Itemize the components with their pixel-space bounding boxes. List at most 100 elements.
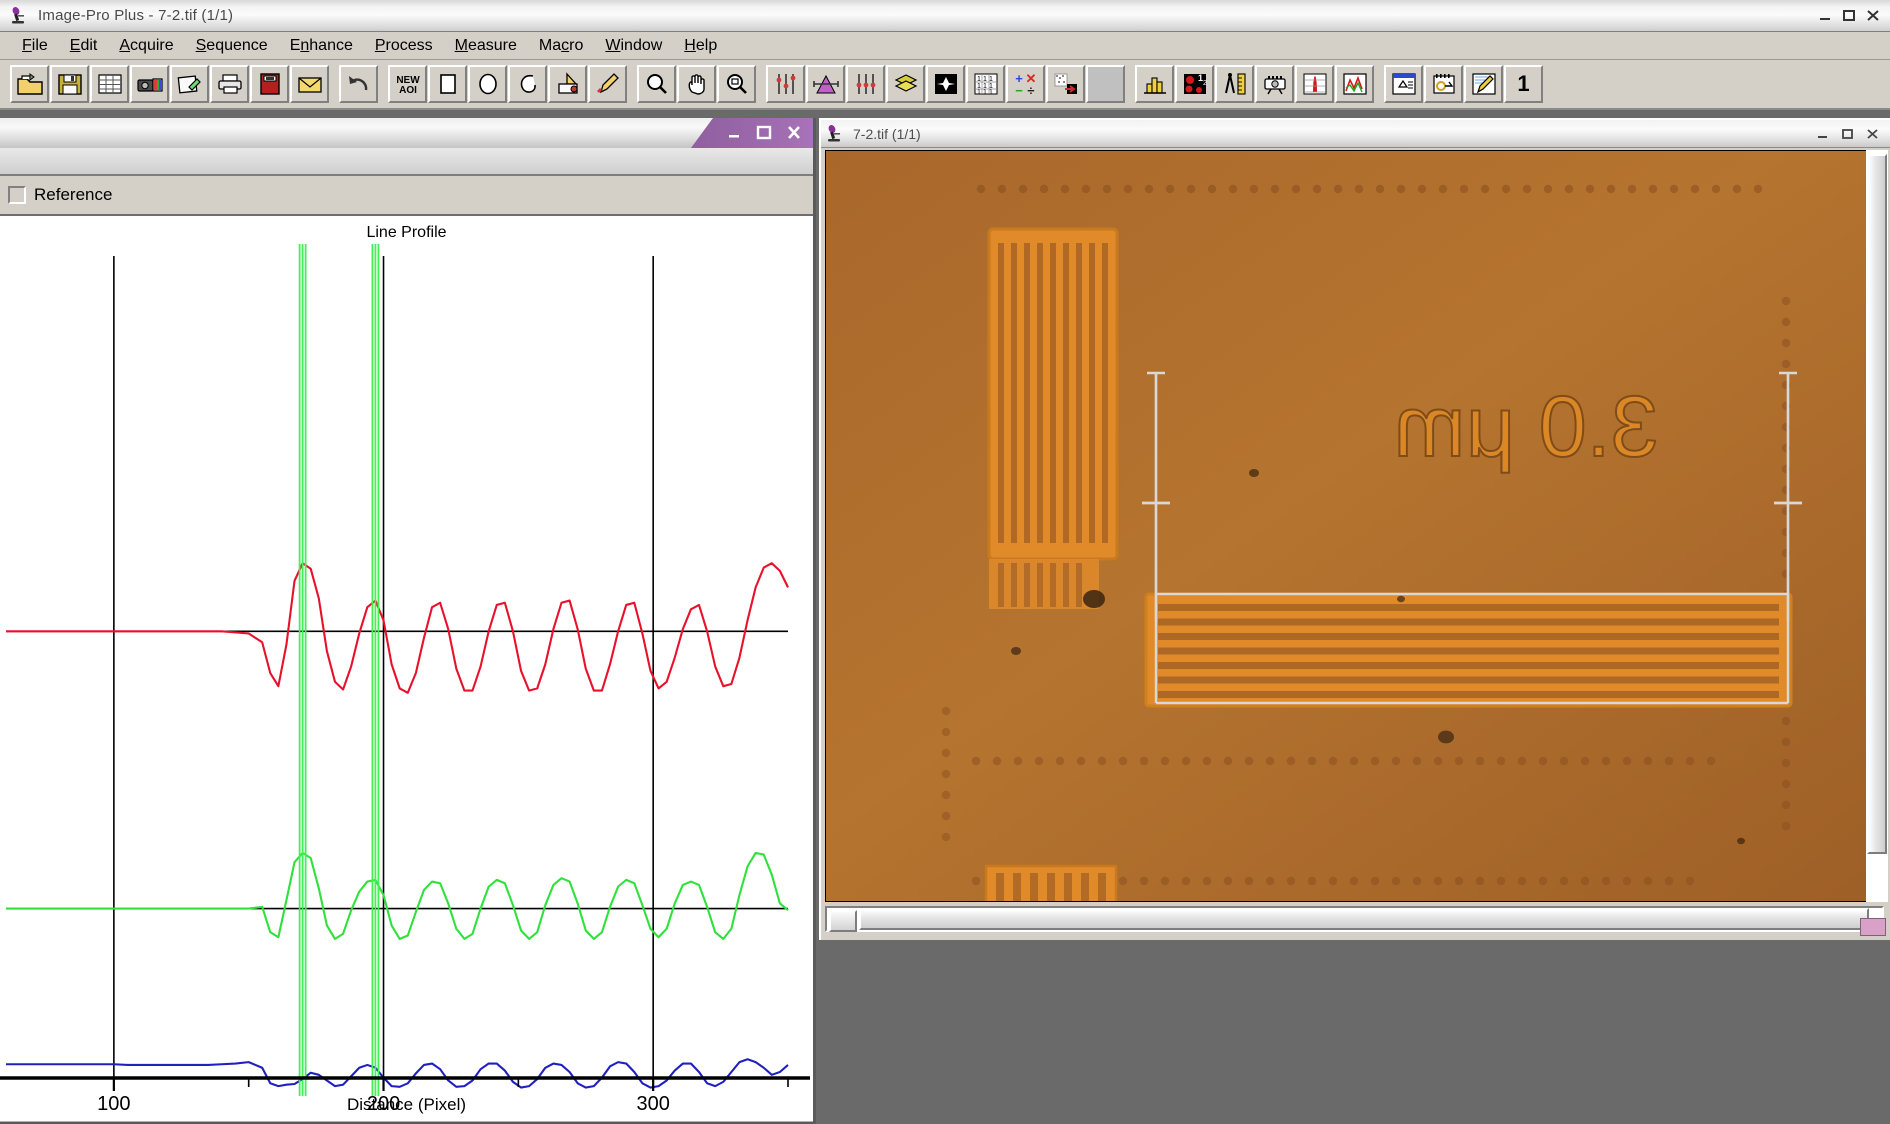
img-maximize-button[interactable]: [1837, 124, 1859, 144]
page-one-icon-button[interactable]: 1: [1504, 65, 1543, 103]
line-profile-icon-button[interactable]: [1335, 65, 1374, 103]
lp-close-button[interactable]: [781, 122, 807, 144]
undo-arrow-icon-button[interactable]: [339, 65, 378, 103]
grid-table-icon-button[interactable]: [90, 65, 129, 103]
image-horizontal-scrollbar[interactable]: [825, 906, 1884, 932]
book-red-icon-button[interactable]: [250, 65, 289, 103]
toolbar-group-file: [10, 65, 329, 103]
new-aoi-icon-button[interactable]: NEW AOI: [388, 65, 427, 103]
svg-text:1: 1: [983, 89, 987, 96]
menu-window[interactable]: Window: [595, 34, 672, 58]
contrast-sliders-icon-button[interactable]: [766, 65, 805, 103]
line-profile-toolbar: [0, 148, 813, 176]
reference-label: Reference: [34, 185, 113, 204]
mail-envelope-icon-button[interactable]: [290, 65, 329, 103]
zoom-select-icon-button[interactable]: [717, 65, 756, 103]
image-vertical-scrollbar[interactable]: [1866, 150, 1888, 902]
printer-icon-button[interactable]: [210, 65, 249, 103]
layers-stack-icon-button[interactable]: [886, 65, 925, 103]
menu-enhance[interactable]: Enhance: [280, 34, 363, 58]
x-axis-label: Distance (Pixel): [346, 1095, 467, 1114]
svg-text:AOI: AOI: [399, 85, 417, 96]
svg-text:÷: ÷: [1027, 83, 1034, 97]
scroll-left-arrow[interactable]: [829, 910, 857, 932]
app-title: Image-Pro Plus - 7-2.tif (1/1): [38, 7, 234, 24]
close-button[interactable]: [1862, 6, 1884, 26]
specimen-micrograph: 3.0 μm: [826, 151, 1883, 901]
zoom-magnifier-icon-button[interactable]: [637, 65, 676, 103]
freehand-aoi-icon-button[interactable]: [508, 65, 547, 103]
microscope-icon: [825, 124, 847, 144]
svg-text:1: 1: [989, 89, 993, 96]
page-number-label: 1: [1517, 71, 1530, 96]
img-minimize-button[interactable]: [1812, 124, 1834, 144]
profile-chart-svg: 100 200 300: [0, 244, 810, 1115]
count-size-icon-button[interactable]: 1 2: [1175, 65, 1214, 103]
resize-grip[interactable]: [1860, 918, 1886, 936]
math-operations-icon-button[interactable]: + ✕ − ÷: [1006, 65, 1045, 103]
svg-text:−: −: [1015, 83, 1023, 97]
menubar: File Edit Acquire Sequence Enhance Proce…: [0, 32, 1890, 60]
caliper-ruler-icon-button[interactable]: [1215, 65, 1254, 103]
annotate-pen-icon-button[interactable]: [1464, 65, 1503, 103]
toolbar-group-process: 111 111 111 + ✕ − ÷: [766, 65, 1125, 103]
image-window-controls: [1812, 124, 1884, 144]
toolbar-group-measure: 1 2: [1135, 65, 1374, 103]
ellipse-aoi-icon-button[interactable]: [468, 65, 507, 103]
paste-clipboard-icon-button[interactable]: [170, 65, 209, 103]
floppy-save-icon-button[interactable]: [50, 65, 89, 103]
pencil-draw-icon-button[interactable]: [588, 65, 627, 103]
menu-process[interactable]: Process: [365, 34, 443, 58]
maximize-button[interactable]: [1838, 6, 1860, 26]
toolbar-group-undo: [339, 65, 378, 103]
menu-macro[interactable]: Macro: [529, 34, 593, 58]
open-folder-icon-button[interactable]: [10, 65, 49, 103]
menu-edit[interactable]: Edit: [60, 34, 108, 58]
main-titlebar: Image-Pro Plus - 7-2.tif (1/1): [0, 0, 1890, 32]
microscope-icon: [6, 4, 32, 28]
toolbar-group-aoi: NEW AOI: [388, 65, 627, 103]
color-sliders-icon-button[interactable]: [846, 65, 885, 103]
mask-aoi-icon-button[interactable]: [548, 65, 587, 103]
toolbar-group-macro: 1: [1384, 65, 1543, 103]
bar-chart-icon-button[interactable]: [1135, 65, 1174, 103]
vertical-scroll-thumb[interactable]: [1867, 154, 1887, 854]
horizontal-scroll-thumb[interactable]: [859, 908, 1869, 930]
rect-aoi-icon-button[interactable]: [428, 65, 467, 103]
toolbar-group-view: [637, 65, 756, 103]
camera-tripod-icon-button[interactable]: [1255, 65, 1294, 103]
line-profile-titlebar[interactable]: [0, 118, 813, 148]
main-window-controls: [1814, 6, 1884, 26]
lp-minimize-button[interactable]: [721, 122, 747, 144]
img-close-button[interactable]: [1862, 124, 1884, 144]
reference-checkbox[interactable]: [8, 186, 26, 204]
pan-hand-icon-button[interactable]: [677, 65, 716, 103]
blank-gray-icon-button[interactable]: [1086, 65, 1125, 103]
svg-text:3.0 μm: 3.0 μm: [1394, 379, 1659, 475]
macro-window-icon-button[interactable]: [1384, 65, 1423, 103]
menu-help[interactable]: Help: [674, 34, 727, 58]
image-window-titlebar[interactable]: 7-2.tif (1/1): [821, 120, 1890, 148]
matrix-numbers-icon-button[interactable]: 111 111 111: [966, 65, 1005, 103]
specimen-image-canvas[interactable]: 3.0 μm: [825, 150, 1884, 902]
intensity-peak-icon-button[interactable]: [1295, 65, 1334, 103]
line-profile-plot[interactable]: Line Profile 100 200 300 Distance (Pixel): [0, 216, 813, 1122]
minimize-button[interactable]: [1814, 6, 1836, 26]
segmentation-icon-button[interactable]: [1046, 65, 1085, 103]
macro-record-icon-button[interactable]: [1424, 65, 1463, 103]
svg-text:2: 2: [1203, 80, 1207, 87]
line-profile-window-controls: [683, 118, 813, 148]
menu-measure[interactable]: Measure: [445, 34, 527, 58]
image-window-title: 7-2.tif (1/1): [853, 125, 921, 142]
application-root: Image-Pro Plus - 7-2.tif (1/1) File Edit…: [0, 0, 1890, 1124]
main-toolbar: NEW AOI 1 1 1 1 1 1 1 1 1 + ✕ − ÷ 1 2 1: [0, 60, 1890, 110]
filter-kernel-icon-button[interactable]: [926, 65, 965, 103]
line-profile-window: Reference Line Profile 100 200 300 Distanc…: [0, 118, 816, 1124]
lp-maximize-button[interactable]: [751, 122, 777, 144]
reference-row: Reference: [0, 176, 813, 216]
menu-sequence[interactable]: Sequence: [186, 34, 278, 58]
menu-file[interactable]: File: [12, 34, 58, 58]
histogram-peak-icon-button[interactable]: [806, 65, 845, 103]
menu-acquire[interactable]: Acquire: [109, 34, 183, 58]
camera-capture-icon-button[interactable]: [130, 65, 169, 103]
